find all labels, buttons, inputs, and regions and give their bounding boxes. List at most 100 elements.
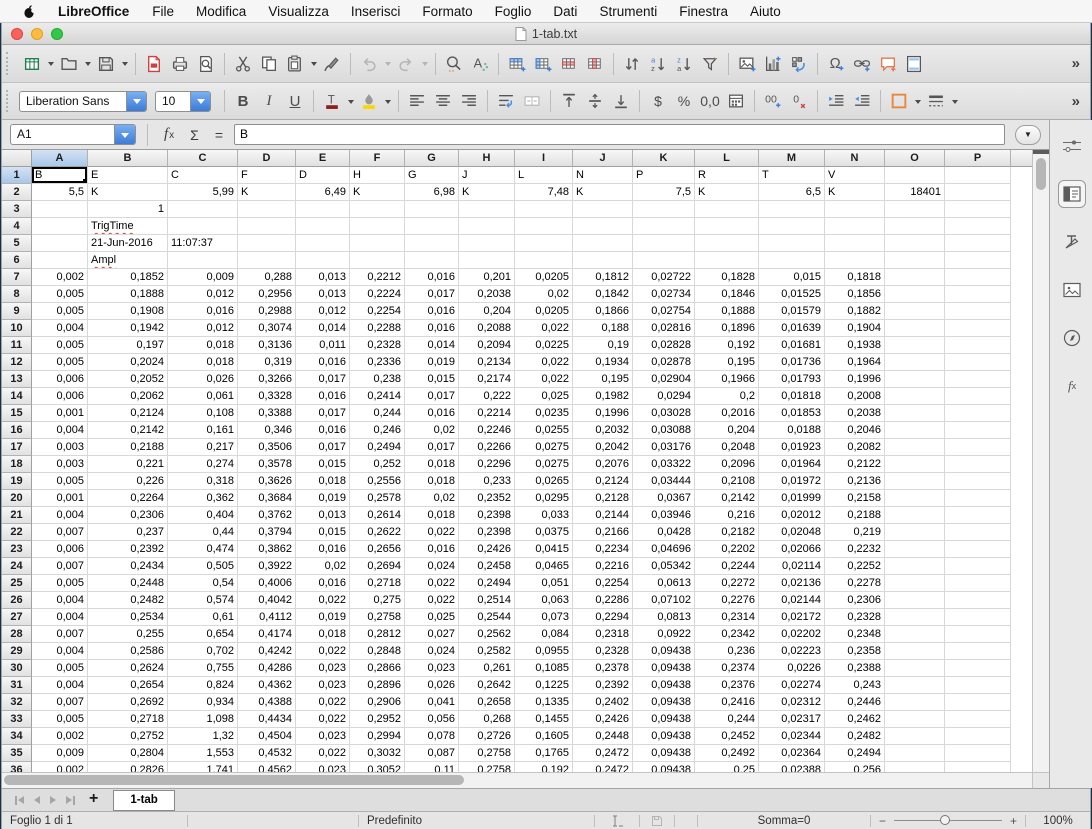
cell-G4[interactable] <box>405 218 459 235</box>
cell-M12[interactable]: 0,01736 <box>759 354 825 371</box>
cell-D12[interactable]: 0,319 <box>238 354 296 371</box>
column-header-C[interactable]: C <box>168 150 238 167</box>
cell-D6[interactable] <box>238 252 296 269</box>
cell-N12[interactable]: 0,1964 <box>825 354 885 371</box>
cell-D9[interactable]: 0,2988 <box>238 303 296 320</box>
cell-P29[interactable] <box>945 643 1011 660</box>
cell-A25[interactable]: 0,005 <box>32 575 88 592</box>
save-button[interactable] <box>93 51 119 77</box>
number-format-button[interactable]: 0,0 <box>697 88 723 114</box>
cell-N33[interactable]: 0,2462 <box>825 711 885 728</box>
row-header-15[interactable]: 15 <box>2 405 32 422</box>
row-header-20[interactable]: 20 <box>2 490 32 507</box>
cell-B11[interactable]: 0,197 <box>88 337 168 354</box>
paste-dropdown[interactable] <box>308 51 319 77</box>
cell-O18[interactable] <box>885 456 945 473</box>
zoom-button[interactable] <box>51 28 63 40</box>
sidebar-functions-button[interactable]: fx <box>1058 372 1086 400</box>
new-spreadsheet-button[interactable] <box>19 51 45 77</box>
cell-K26[interactable]: 0,07102 <box>633 592 695 609</box>
cell-E31[interactable]: 0,023 <box>296 677 350 694</box>
cell-F25[interactable]: 0,2718 <box>350 575 405 592</box>
cell-A27[interactable]: 0,004 <box>32 609 88 626</box>
cell-C31[interactable]: 0,824 <box>168 677 238 694</box>
cell-I8[interactable]: 0,02 <box>515 286 573 303</box>
cell-I6[interactable] <box>515 252 573 269</box>
cell-I16[interactable]: 0,0255 <box>515 422 573 439</box>
horizontal-scrollbar-thumb[interactable] <box>4 775 464 785</box>
cell-N35[interactable]: 0,2494 <box>825 745 885 762</box>
cell-N24[interactable]: 0,2252 <box>825 558 885 575</box>
cell-H8[interactable]: 0,2038 <box>459 286 515 303</box>
cell-H7[interactable]: 0,201 <box>459 269 515 286</box>
cell-J2[interactable]: K <box>573 184 633 201</box>
cell-B4[interactable]: TrigTime <box>88 218 168 235</box>
cell-J30[interactable]: 0,2378 <box>573 660 633 677</box>
cell-J12[interactable]: 0,1934 <box>573 354 633 371</box>
cell-C27[interactable]: 0,61 <box>168 609 238 626</box>
cell-B13[interactable]: 0,2052 <box>88 371 168 388</box>
font-name-combo[interactable]: Liberation Sans <box>19 91 147 112</box>
column-header-G[interactable]: G <box>405 150 459 167</box>
cell-A21[interactable]: 0,004 <box>32 507 88 524</box>
cell-B22[interactable]: 0,237 <box>88 524 168 541</box>
cell-O5[interactable] <box>885 235 945 252</box>
cell-K7[interactable]: 0,02722 <box>633 269 695 286</box>
cell-B21[interactable]: 0,2306 <box>88 507 168 524</box>
cell-P32[interactable] <box>945 694 1011 711</box>
row-header-24[interactable]: 24 <box>2 558 32 575</box>
row-header-19[interactable]: 19 <box>2 473 32 490</box>
cell-L33[interactable]: 0,244 <box>695 711 759 728</box>
cell-G10[interactable]: 0,016 <box>405 320 459 337</box>
cell-N25[interactable]: 0,2278 <box>825 575 885 592</box>
cell-K6[interactable] <box>633 252 695 269</box>
print-preview-button[interactable] <box>193 51 219 77</box>
sidebar-navigator-button[interactable] <box>1058 324 1086 352</box>
cell-E1[interactable]: D <box>296 167 350 184</box>
add-sheet-button[interactable]: + <box>80 790 107 810</box>
cell-K17[interactable]: 0,03176 <box>633 439 695 456</box>
cell-J3[interactable] <box>573 201 633 218</box>
row-header-34[interactable]: 34 <box>2 728 32 745</box>
cell-E33[interactable]: 0,022 <box>296 711 350 728</box>
cell-I12[interactable]: 0,022 <box>515 354 573 371</box>
cell-C14[interactable]: 0,061 <box>168 388 238 405</box>
cell-G20[interactable]: 0,02 <box>405 490 459 507</box>
cell-I35[interactable]: 0,1765 <box>515 745 573 762</box>
cell-A1[interactable]: B <box>32 167 88 184</box>
cell-I2[interactable]: 7,48 <box>515 184 573 201</box>
cell-H2[interactable]: K <box>459 184 515 201</box>
cell-P36[interactable] <box>945 762 1011 772</box>
row-header-12[interactable]: 12 <box>2 354 32 371</box>
cell-P13[interactable] <box>945 371 1011 388</box>
cell-F23[interactable]: 0,2656 <box>350 541 405 558</box>
currency-format-button[interactable]: $ <box>645 88 671 114</box>
cell-P11[interactable] <box>945 337 1011 354</box>
insert-hyperlink-button[interactable] <box>849 51 875 77</box>
cell-O4[interactable] <box>885 218 945 235</box>
cell-I28[interactable]: 0,084 <box>515 626 573 643</box>
cell-E13[interactable]: 0,017 <box>296 371 350 388</box>
cell-G29[interactable]: 0,024 <box>405 643 459 660</box>
menu-dati[interactable]: Dati <box>542 4 588 19</box>
menu-formato[interactable]: Formato <box>411 4 483 19</box>
cell-M32[interactable]: 0,02312 <box>759 694 825 711</box>
cell-H31[interactable]: 0,2642 <box>459 677 515 694</box>
cell-C15[interactable]: 0,108 <box>168 405 238 422</box>
cell-L30[interactable]: 0,2374 <box>695 660 759 677</box>
cell-M17[interactable]: 0,01923 <box>759 439 825 456</box>
font-color-button[interactable]: T <box>319 88 345 114</box>
cell-D35[interactable]: 0,4532 <box>238 745 296 762</box>
cell-J5[interactable] <box>573 235 633 252</box>
cell-M22[interactable]: 0,02048 <box>759 524 825 541</box>
cell-B16[interactable]: 0,2142 <box>88 422 168 439</box>
cell-P19[interactable] <box>945 473 1011 490</box>
cell-F4[interactable] <box>350 218 405 235</box>
cell-G30[interactable]: 0,023 <box>405 660 459 677</box>
cell-F5[interactable] <box>350 235 405 252</box>
cell-M4[interactable] <box>759 218 825 235</box>
cell-M6[interactable] <box>759 252 825 269</box>
cell-M10[interactable]: 0,01639 <box>759 320 825 337</box>
cell-O19[interactable] <box>885 473 945 490</box>
cell-O28[interactable] <box>885 626 945 643</box>
